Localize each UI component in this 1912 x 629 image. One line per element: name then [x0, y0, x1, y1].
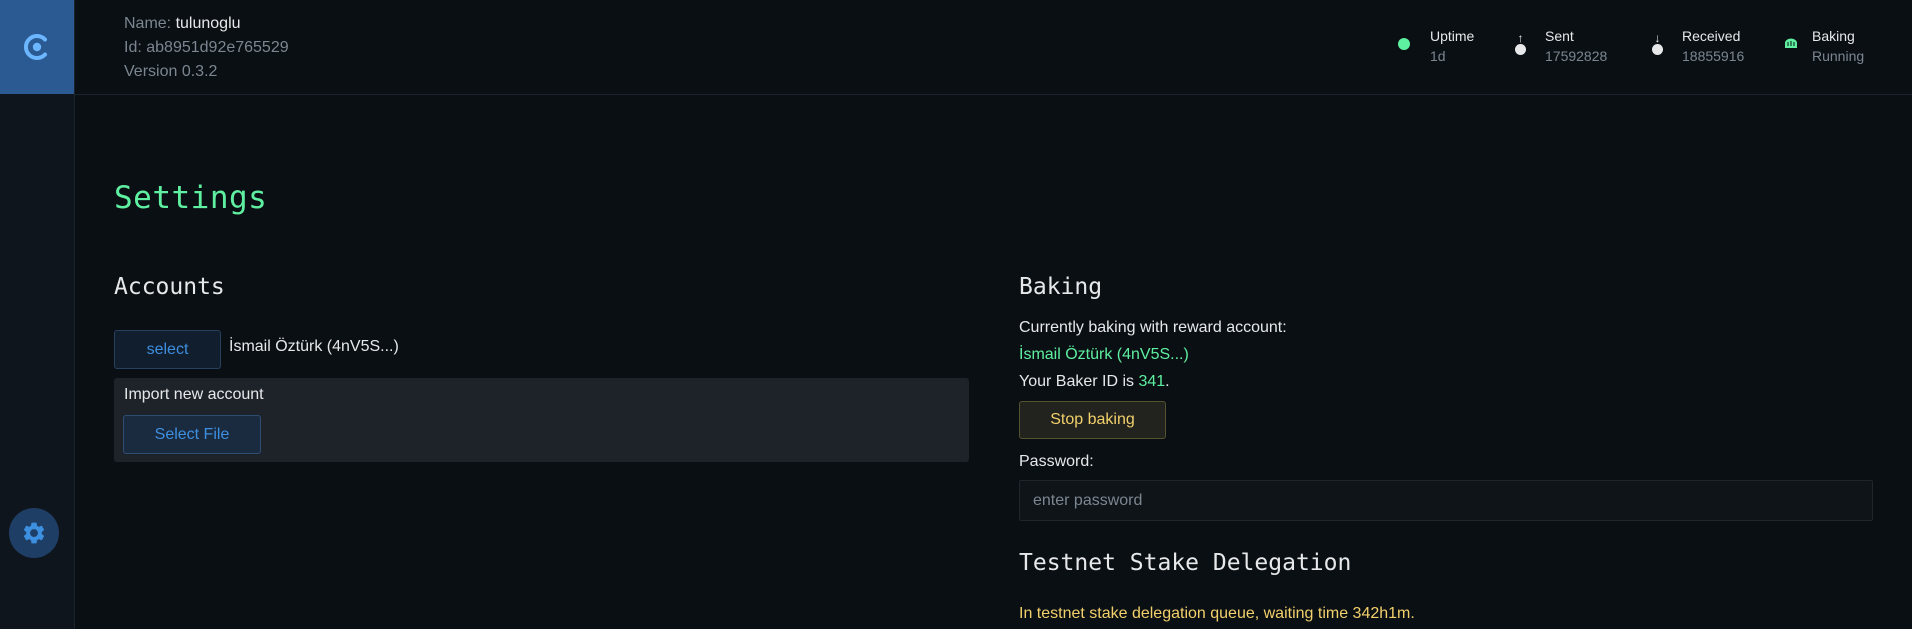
- uptime-label: Uptime: [1430, 28, 1475, 44]
- received-value: 18855916: [1682, 48, 1745, 64]
- uptime-indicator: [1398, 38, 1410, 50]
- node-id-label: Id:: [124, 39, 142, 56]
- sent-dot: [1515, 44, 1526, 55]
- password-input[interactable]: [1019, 480, 1873, 521]
- node-version-label: Version: [124, 63, 178, 80]
- accounts-heading: Accounts: [114, 274, 225, 300]
- sent-stat: Sent 17592828: [1545, 26, 1607, 66]
- baker-id-prefix: Your Baker ID is: [1019, 373, 1139, 390]
- node-id-value: ab8951d92e765529: [146, 39, 289, 56]
- arrow-up-icon: ↑: [1517, 31, 1524, 45]
- uptime-value: 1d: [1430, 48, 1446, 64]
- node-version-value: 0.3.2: [181, 63, 218, 80]
- node-name-label: Name:: [124, 15, 172, 32]
- select-file-button[interactable]: Select File: [123, 415, 261, 454]
- baker-id-value: 341: [1138, 373, 1166, 390]
- received-label: Received: [1682, 28, 1741, 44]
- status-dot-icon: [1398, 38, 1410, 50]
- concordium-logo-icon: [23, 34, 47, 60]
- uptime-stat: Uptime 1d: [1430, 26, 1474, 66]
- sidebar: [0, 0, 75, 629]
- sent-indicator: ↑: [1515, 32, 1526, 55]
- select-account-button[interactable]: select: [114, 330, 221, 369]
- node-id-row: Id: ab8951d92e765529: [124, 36, 289, 60]
- node-version-row: Version 0.3.2: [124, 60, 289, 84]
- settings-button[interactable]: [9, 508, 59, 558]
- node-name-row: Name: tulunoglu: [124, 12, 289, 36]
- baking-heading: Baking: [1019, 274, 1103, 300]
- baker-id-line: Your Baker ID is 341.: [1019, 373, 1170, 391]
- stop-baking-button[interactable]: Stop baking: [1019, 401, 1166, 439]
- bread-icon: [1785, 38, 1797, 48]
- reward-account-text: Currently baking with reward account:: [1019, 319, 1287, 336]
- baking-value: Running: [1812, 48, 1865, 64]
- arrow-down-icon: ↓: [1654, 31, 1661, 45]
- reward-account-name: İsmail Öztürk (4nV5S...): [1019, 346, 1189, 363]
- sent-label: Sent: [1545, 28, 1574, 44]
- sent-value: 17592828: [1545, 48, 1608, 64]
- password-label: Password:: [1019, 453, 1094, 470]
- received-dot: [1652, 44, 1663, 55]
- received-indicator: ↓: [1652, 32, 1663, 55]
- app-logo[interactable]: [0, 0, 74, 94]
- gear-icon: [23, 522, 45, 544]
- import-account-panel: Import new account Select File: [114, 378, 969, 462]
- baking-stat: Baking Running: [1812, 26, 1864, 66]
- delegation-status: In testnet stake delegation queue, waiti…: [1019, 605, 1415, 622]
- import-account-label: Import new account: [124, 386, 264, 403]
- node-info: Name: tulunoglu Id: ab8951d92e765529 Ver…: [124, 12, 289, 84]
- top-bar: Name: tulunoglu Id: ab8951d92e765529 Ver…: [75, 0, 1912, 95]
- page-title: Settings: [114, 180, 268, 216]
- current-account-name: İsmail Öztürk (4nV5S...): [229, 338, 399, 355]
- baking-label: Baking: [1812, 28, 1855, 44]
- baker-id-suffix: .: [1165, 373, 1170, 390]
- node-name-value: tulunoglu: [175, 15, 241, 32]
- delegation-heading: Testnet Stake Delegation: [1019, 550, 1352, 576]
- baking-indicator: [1784, 38, 1798, 49]
- received-stat: Received 18855916: [1682, 26, 1744, 66]
